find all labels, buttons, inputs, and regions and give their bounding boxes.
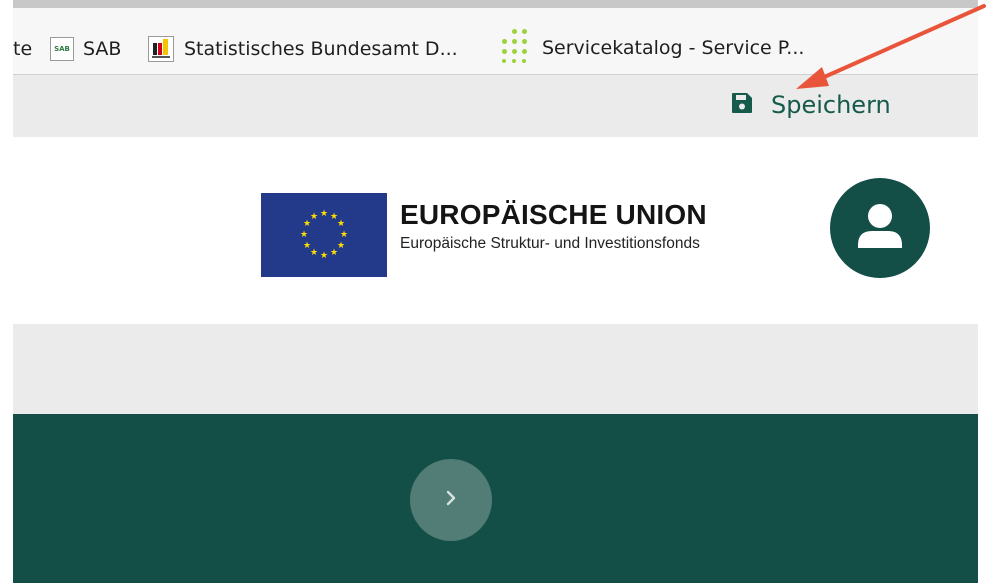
eu-title: EUROPÄISCHE UNION bbox=[400, 199, 707, 230]
bookmark-label: SAB bbox=[83, 38, 122, 60]
floppy-disk-icon bbox=[731, 92, 753, 118]
bookmarks-bar: te SAB SAB Statistisches Bundesamt D... … bbox=[13, 8, 978, 75]
svg-text:★: ★ bbox=[337, 219, 345, 229]
svg-text:★: ★ bbox=[330, 248, 338, 258]
destatis-icon bbox=[148, 36, 174, 62]
bookmark-destatis[interactable]: Statistisches Bundesamt D... bbox=[148, 34, 458, 64]
save-label: Speichern bbox=[771, 91, 891, 119]
svg-text:★: ★ bbox=[337, 241, 345, 251]
action-bar: Speichern bbox=[13, 75, 978, 137]
user-icon bbox=[830, 204, 930, 282]
bookmark-sab[interactable]: SAB SAB bbox=[50, 34, 121, 64]
page-header: ★ ★ ★ ★ ★ ★ ★ ★ ★ ★ ★ ★ EUROPÄISCHE UNIO… bbox=[13, 137, 978, 324]
chevron-right-icon bbox=[441, 488, 461, 512]
dots-grid-icon bbox=[496, 28, 536, 68]
bookmark-label: Statistisches Bundesamt D... bbox=[184, 38, 458, 60]
svg-text:★: ★ bbox=[320, 209, 328, 219]
bookmark-partial[interactable]: te bbox=[13, 34, 32, 64]
green-section bbox=[13, 414, 978, 583]
browser-viewport: te SAB SAB Statistisches Bundesamt D... … bbox=[13, 0, 978, 583]
window-top-strip bbox=[13, 0, 978, 8]
bookmark-partial-label: te bbox=[13, 38, 33, 60]
svg-text:★: ★ bbox=[303, 241, 311, 251]
bookmark-label: Servicekatalog - Service P... bbox=[542, 37, 805, 59]
eu-flag-logo: ★ ★ ★ ★ ★ ★ ★ ★ ★ ★ ★ ★ bbox=[261, 193, 387, 277]
save-button[interactable]: Speichern bbox=[731, 87, 891, 123]
svg-text:★: ★ bbox=[310, 212, 318, 222]
sab-icon: SAB bbox=[50, 37, 74, 61]
svg-text:★: ★ bbox=[300, 230, 308, 240]
eu-subtitle: Europäische Struktur- und Investitionsfo… bbox=[400, 235, 700, 252]
next-button[interactable] bbox=[410, 459, 492, 541]
grey-band bbox=[13, 324, 978, 414]
svg-text:★: ★ bbox=[340, 230, 348, 240]
svg-text:★: ★ bbox=[320, 251, 328, 261]
svg-text:★: ★ bbox=[310, 248, 318, 258]
bookmark-servicekatalog[interactable]: Servicekatalog - Service P... bbox=[496, 28, 804, 68]
user-avatar-button[interactable] bbox=[830, 178, 930, 278]
